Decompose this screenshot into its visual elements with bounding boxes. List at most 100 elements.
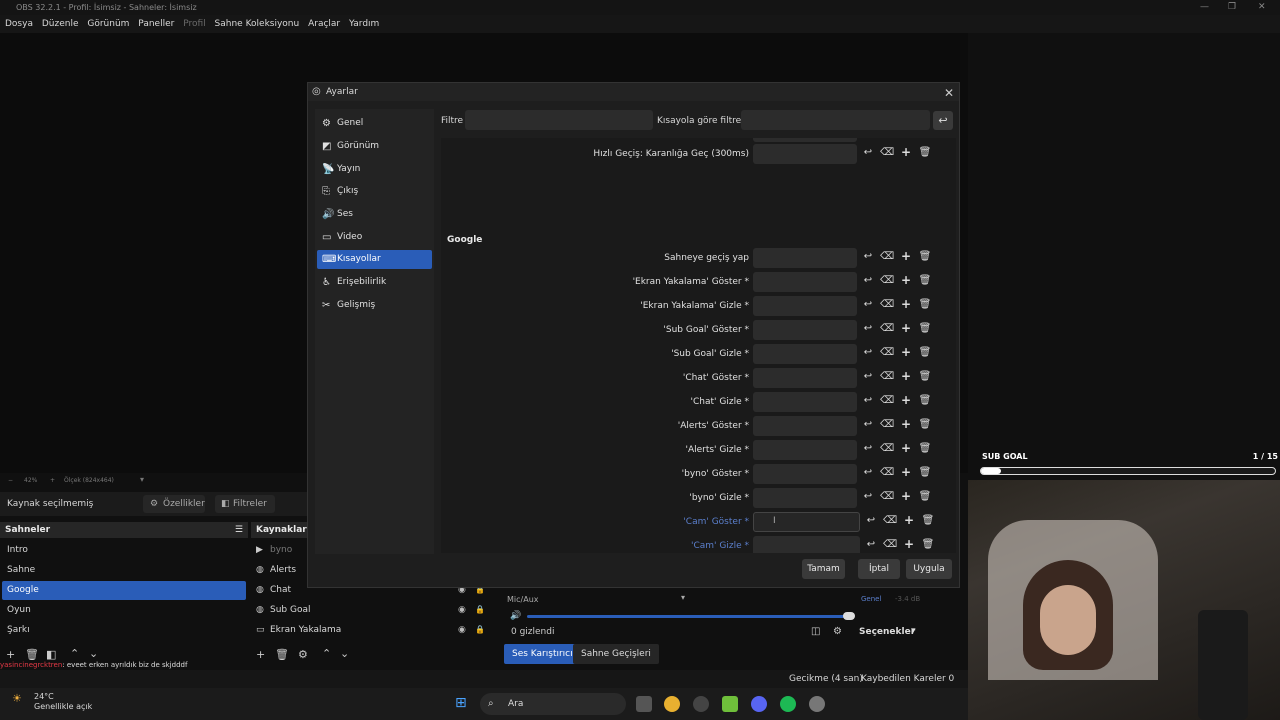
lock-icon[interactable]: 🔒 [475,605,485,614]
zoom-level[interactable]: 42% [24,477,37,484]
clear-icon[interactable]: ⌫ [883,539,897,550]
remove-scene-icon[interactable]: 🗑 [25,648,39,661]
hotkey-input[interactable] [753,440,857,460]
add-icon[interactable]: + [899,249,913,263]
scene-filters-icon[interactable]: ◧ [46,648,56,661]
clear-icon[interactable]: ⌫ [880,443,894,454]
volume-handle[interactable] [843,612,855,620]
trash-icon[interactable]: 🗑 [918,395,932,406]
nav-video[interactable]: ▭ Video [317,228,432,247]
revert-icon[interactable]: ↩ [861,251,875,262]
add-icon[interactable]: + [899,145,913,159]
close-window-icon[interactable]: ✕ [1258,0,1266,15]
hotkey-input[interactable] [753,296,857,316]
revert-icon[interactable]: ↩ [861,419,875,430]
eye-icon[interactable]: ◉ [458,625,466,635]
add-icon[interactable]: + [899,465,913,479]
restore-icon[interactable]: ❐ [1228,0,1236,15]
source-down-icon[interactable]: ⌄ [340,647,349,660]
scene-item[interactable]: Oyun [2,601,246,620]
revert-icon[interactable]: ↩ [861,371,875,382]
menu-edit[interactable]: Düzenle [42,19,79,29]
trash-icon[interactable]: 🗑 [918,275,932,286]
add-icon[interactable]: + [899,297,913,311]
filters-button[interactable]: ◧ Filtreler [215,495,275,513]
key-filter-input[interactable] [741,110,930,130]
trash-icon[interactable]: 🗑 [918,491,932,502]
menu-file[interactable]: Dosya [5,19,33,29]
eye-icon[interactable]: ◉ [458,605,466,615]
add-icon[interactable]: + [899,417,913,431]
hotkey-input[interactable] [753,464,857,484]
remove-source-icon[interactable]: 🗑 [275,648,289,661]
chrome-icon[interactable] [664,696,680,712]
dock-menu-icon[interactable]: ☰ [235,522,243,538]
taskbar-search[interactable]: ⌕ Ara [480,693,626,715]
zoom-out-icon[interactable]: − [8,477,13,484]
add-scene-icon[interactable]: + [6,648,15,661]
menu-profile[interactable]: Profil [183,19,205,29]
add-icon[interactable]: + [899,369,913,383]
live-icon[interactable] [722,696,738,712]
clear-icon[interactable]: ⌫ [880,323,894,334]
add-source-icon[interactable]: + [256,648,265,661]
filter-input[interactable] [465,110,653,130]
properties-button[interactable]: ⚙ Özellikler [143,495,205,513]
nav-stream[interactable]: 📡 Yayın [317,160,432,179]
trash-icon[interactable]: 🗑 [918,443,932,454]
options-dropdown-icon[interactable]: ▾ [911,626,916,636]
hotkey-input[interactable] [753,416,857,436]
nav-appearance[interactable]: ◩ Görünüm [317,137,432,156]
settings-app-icon[interactable] [809,696,825,712]
menu-view[interactable]: Görünüm [87,19,129,29]
add-icon[interactable]: + [899,393,913,407]
nav-output[interactable]: ⎘ Çıkış [317,182,432,201]
add-icon[interactable]: + [899,441,913,455]
clear-icon[interactable]: ⌫ [880,371,894,382]
source-item[interactable]: ◍ Sub Goal [256,601,486,619]
tab-audio-mixer[interactable]: Ses Karıştırıcı [504,644,581,664]
mixer-gear-icon[interactable]: ⚙ [833,626,842,637]
revert-icon[interactable]: ↩ [861,491,875,502]
nav-general[interactable]: ⚙ Genel [317,114,432,133]
tab-scene-transitions[interactable]: Sahne Geçişleri [573,644,659,664]
hotkey-input[interactable] [753,320,857,340]
volume-slider[interactable] [527,615,849,618]
source-item[interactable]: ▭ Ekran Yakalama [256,621,486,639]
scale-dropdown-icon[interactable]: ▾ [140,475,144,484]
trash-icon[interactable]: 🗑 [918,419,932,430]
move-down-icon[interactable]: ⌄ [89,647,98,660]
hotkey-input[interactable] [753,138,857,142]
menu-docks[interactable]: Paneller [138,19,174,29]
hotkey-input[interactable]: I [753,512,860,532]
trash-icon[interactable]: 🗑 [918,371,932,382]
add-icon[interactable]: + [899,273,913,287]
hotkey-input[interactable] [753,392,857,412]
revert-icon[interactable]: ↩ [861,467,875,478]
cancel-button[interactable]: İptal [858,559,900,579]
scene-item-selected[interactable]: Google [2,581,246,600]
revert-icon[interactable]: ↩ [861,275,875,286]
spotify-icon[interactable] [780,696,796,712]
trash-icon[interactable]: 🗑 [918,347,932,358]
clear-icon[interactable]: ⌫ [880,299,894,310]
scene-item[interactable]: Sahne [2,561,246,580]
revert-icon[interactable]: ↩ [864,539,878,550]
add-icon[interactable]: + [899,489,913,503]
revert-icon[interactable]: ↩ [861,347,875,358]
add-icon[interactable]: + [899,321,913,335]
scene-item[interactable]: Şarkı [2,621,246,640]
clear-icon[interactable]: ⌫ [883,515,897,526]
clear-icon[interactable]: ⌫ [880,275,894,286]
clear-icon[interactable]: ⌫ [880,419,894,430]
revert-icon[interactable]: ↩ [864,515,878,526]
trash-icon[interactable]: 🗑 [921,539,935,550]
move-up-icon[interactable]: ⌃ [70,647,79,660]
options-button[interactable]: Seçenekler [859,627,915,637]
device-dropdown-icon[interactable]: ▾ [681,593,685,602]
trash-icon[interactable]: 🗑 [918,323,932,334]
nav-accessibility[interactable]: ♿ Erişebilirlik [317,273,432,292]
clear-icon[interactable]: ⌫ [880,147,894,158]
ok-button[interactable]: Tamam [802,559,845,579]
hotkey-input[interactable] [753,536,860,553]
